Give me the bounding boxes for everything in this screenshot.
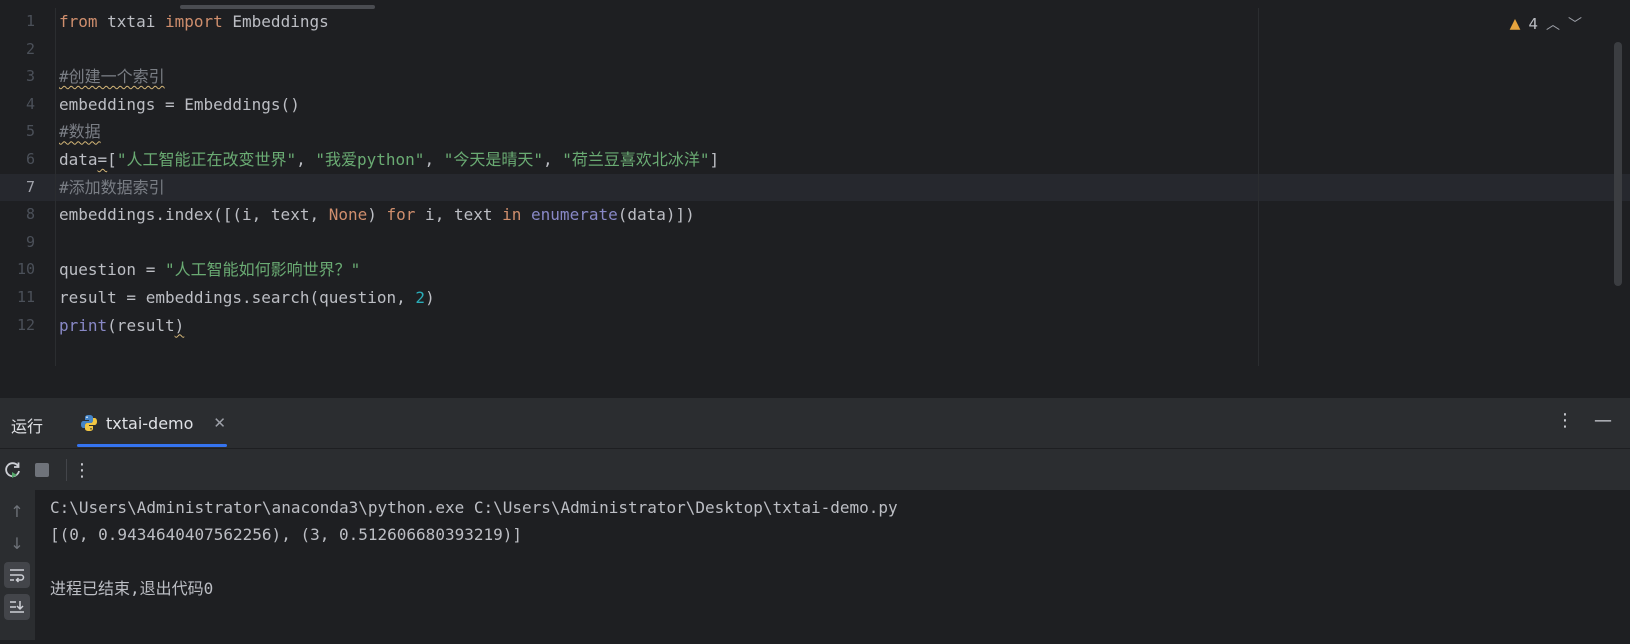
code-line[interactable]: print(result) xyxy=(59,312,1630,340)
code-token: enumerate xyxy=(531,205,618,225)
line-number[interactable]: 4 xyxy=(0,91,55,119)
console-line: C:\Users\Administrator\anaconda3\python.… xyxy=(50,498,898,517)
line-number[interactable]: 12 xyxy=(0,312,55,340)
code-token: question = xyxy=(59,260,165,280)
code-line[interactable]: data=["人工智能正在改变世界", "我爱python", "今天是晴天",… xyxy=(59,146,1630,174)
close-tab-icon[interactable]: ✕ xyxy=(213,414,226,432)
code-token: 2 xyxy=(415,287,426,307)
code-token: [ xyxy=(107,149,117,169)
tool-window-actions: ⋮ — xyxy=(1556,410,1612,431)
line-number[interactable]: 5 xyxy=(0,118,55,146)
code-token: #创建一个索引 xyxy=(59,67,165,87)
active-tab-indicator xyxy=(77,444,227,447)
line-number[interactable]: 2 xyxy=(0,36,55,64)
code-line[interactable]: embeddings = Embeddings() xyxy=(59,91,1630,119)
console-line: ​ xyxy=(35,548,1630,575)
code-token: #添加数据索引 xyxy=(59,177,165,197)
code-token: None xyxy=(328,205,368,225)
code-line[interactable]: question = "人工智能如何影响世界？" xyxy=(59,256,1630,284)
code-token: "荷兰豆喜欢北冰洋" xyxy=(562,149,710,169)
code-token: import xyxy=(164,12,223,31)
code-line[interactable]: #创建一个索引 xyxy=(59,63,1630,91)
line-number[interactable]: 1 xyxy=(0,8,55,36)
code-token: = xyxy=(97,149,108,169)
code-token: result = embeddings.search(question, xyxy=(59,287,416,307)
console-line: 进程已结束,退出代码0 xyxy=(50,579,214,598)
line-number[interactable]: 9 xyxy=(0,229,55,257)
code-token: embeddings.index([(i, text, xyxy=(59,205,329,225)
code-token: in xyxy=(502,205,522,225)
code-content[interactable]: from txtai import Embeddings​#创建一个索引embe… xyxy=(59,8,1630,339)
code-token: ] xyxy=(709,149,720,169)
console-output[interactable]: C:\Users\Administrator\anaconda3\python.… xyxy=(35,490,1630,644)
line-number[interactable]: 11 xyxy=(0,284,55,312)
code-token: from xyxy=(59,12,98,31)
code-line[interactable]: from txtai import Embeddings xyxy=(59,8,1630,36)
line-number-gutter[interactable]: 1 2 3 4 5 6 7 8 9 10 11 12 xyxy=(0,8,56,366)
console-line: [(0, 0.9434640407562256), (3, 0.51260668… xyxy=(50,525,523,544)
previous-highlight-icon[interactable]: ︿ xyxy=(1546,14,1560,34)
code-line[interactable]: #数据 xyxy=(59,118,1630,146)
code-line[interactable]: ​ xyxy=(59,229,1630,257)
code-token: (result xyxy=(107,315,175,335)
next-highlight-icon[interactable]: ﹀ xyxy=(1568,14,1582,34)
tool-window-title: 运行 xyxy=(11,417,44,436)
code-editor[interactable]: 1 2 3 4 5 6 7 8 9 10 11 12 from txtai import Embedd… xyxy=(0,0,1630,366)
code-token: "今天是晴天" xyxy=(443,149,543,169)
code-line[interactable]: result = embeddings.search(question, 2) xyxy=(59,284,1630,312)
line-number[interactable]: 10 xyxy=(0,256,55,284)
line-number[interactable]: 7 xyxy=(0,174,55,202)
arrow-down-icon[interactable]: ↓ xyxy=(4,530,30,556)
run-toolbar: ⋮ xyxy=(0,448,1630,491)
minimize-icon[interactable]: — xyxy=(1594,410,1612,431)
tab-label: txtai-demo xyxy=(106,413,194,433)
rerun-icon[interactable] xyxy=(0,457,26,483)
vertical-scrollbar[interactable] xyxy=(1614,42,1622,286)
line-number[interactable]: 6 xyxy=(0,146,55,174)
more-actions-icon[interactable]: ⋮ xyxy=(69,457,95,483)
scroll-to-end-icon[interactable] xyxy=(4,594,30,620)
toolbar-separator xyxy=(66,459,67,481)
code-token: #数据 xyxy=(59,122,101,142)
code-line[interactable]: embeddings.index([(i, text, None) for i,… xyxy=(59,201,1630,229)
code-token: "人工智能如何影响世界？" xyxy=(164,260,361,280)
code-token: (data)]) xyxy=(617,205,695,225)
code-token: ) xyxy=(174,315,185,335)
soft-wrap-icon[interactable] xyxy=(4,562,30,588)
console-side-toolbar: ↑ ↓ xyxy=(0,490,36,640)
code-token: for xyxy=(386,205,416,225)
warning-triangle-icon: ▲ xyxy=(1509,16,1521,32)
code-token: ) xyxy=(367,205,387,225)
run-tool-window: 运行 txtai-demo ✕ ⋮ — ⋮ ↑ ↓ C:\Users\Admin… xyxy=(0,397,1630,644)
code-token: , xyxy=(424,149,444,169)
code-token: i, text xyxy=(415,205,503,225)
code-token: ) xyxy=(425,287,435,307)
code-token: , xyxy=(542,149,563,169)
python-icon xyxy=(81,415,97,431)
inspection-widget[interactable]: ▲ 4 ︿ ﹀ xyxy=(1510,14,1582,34)
run-tool-header: 运行 txtai-demo ✕ ⋮ — xyxy=(0,398,1630,448)
warning-count: 4 xyxy=(1528,15,1538,33)
code-line[interactable]: #添加数据索引 xyxy=(59,174,1630,202)
code-token: embeddings = Embeddings() xyxy=(59,94,300,114)
code-token: txtai xyxy=(97,12,165,31)
code-token: Embeddings xyxy=(222,12,329,31)
code-line[interactable]: ​ xyxy=(59,36,1630,64)
line-number[interactable]: 3 xyxy=(0,63,55,91)
tab-txtai-demo[interactable]: txtai-demo ✕ xyxy=(80,398,226,448)
code-token: print xyxy=(59,315,108,335)
code-token: "人工智能正在改变世界" xyxy=(116,149,297,169)
code-token: data xyxy=(59,149,98,169)
arrow-up-icon[interactable]: ↑ xyxy=(4,498,30,524)
stop-icon[interactable] xyxy=(29,457,55,483)
line-number[interactable]: 8 xyxy=(0,201,55,229)
more-vertical-icon[interactable]: ⋮ xyxy=(1556,410,1574,431)
code-token: "我爱python" xyxy=(315,149,425,169)
code-token: , xyxy=(296,149,316,169)
